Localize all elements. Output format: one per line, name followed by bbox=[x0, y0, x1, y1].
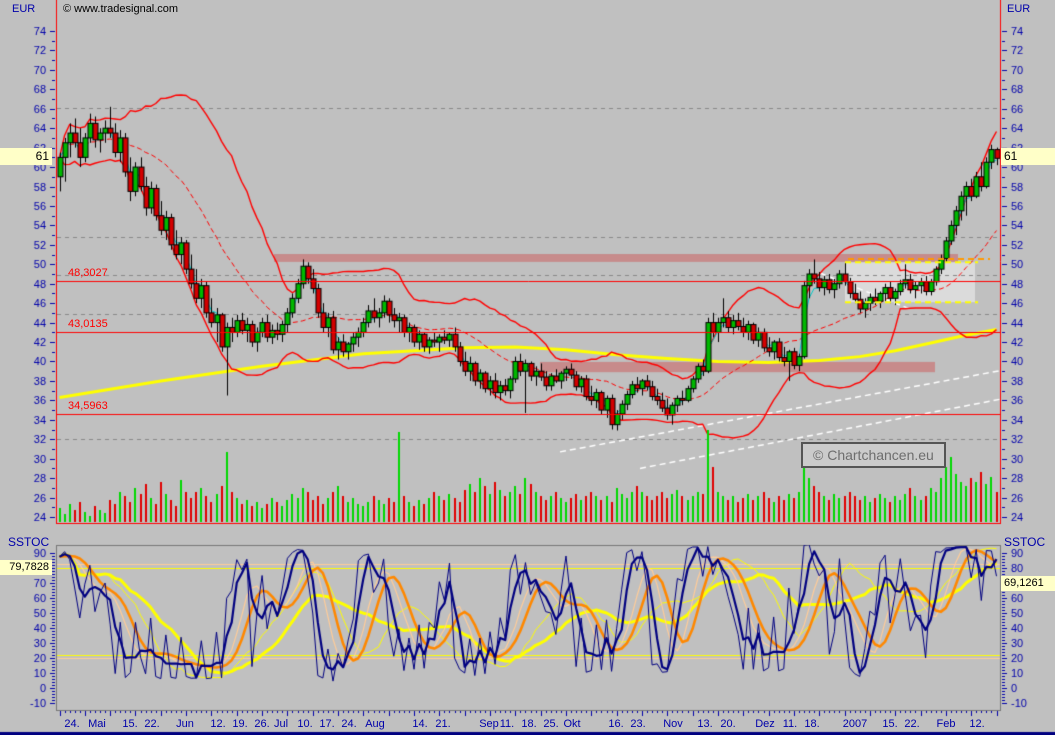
x-axis-label: 15. bbox=[122, 718, 137, 730]
price-level-label-34: 34,5963 bbox=[68, 400, 108, 413]
x-axis-label: 20. bbox=[720, 718, 735, 730]
x-axis-label: 23. bbox=[630, 718, 645, 730]
x-axis-label: 16. bbox=[608, 718, 623, 730]
x-axis-label: 24. bbox=[64, 718, 79, 730]
watermark-chartchancen: © Chartchancen.eu bbox=[801, 442, 946, 468]
x-axis-label: 11. bbox=[783, 718, 797, 730]
indicator-title-left: SSTOC bbox=[8, 536, 49, 549]
x-axis-label: 11. bbox=[500, 718, 514, 730]
x-axis-label: Feb bbox=[937, 718, 956, 730]
x-axis-label: 25. bbox=[543, 718, 558, 730]
x-axis-label: 26. bbox=[254, 718, 269, 730]
x-axis-label: 21. bbox=[435, 718, 450, 730]
x-axis-label: Okt bbox=[563, 718, 580, 730]
indicator-title-right: SSTOC bbox=[1004, 536, 1045, 549]
x-axis-label: 15. bbox=[882, 718, 897, 730]
x-axis-label: 24. bbox=[341, 718, 356, 730]
x-axis-label: 18. bbox=[804, 718, 819, 730]
price-chart-canvas[interactable] bbox=[0, 0, 1055, 735]
stochastic-value-tag-right: 69,1261 bbox=[1001, 576, 1055, 591]
x-axis-label: 12. bbox=[210, 718, 225, 730]
x-axis-label: Dez bbox=[755, 718, 775, 730]
x-axis-label: 2007 bbox=[843, 718, 867, 730]
x-axis-label: 18. bbox=[521, 718, 536, 730]
x-axis-label: 10. bbox=[297, 718, 312, 730]
price-level-label-48: 48,3027 bbox=[68, 267, 108, 280]
price-axis-unit-right: EUR bbox=[1007, 3, 1030, 16]
x-axis-label: Sep bbox=[479, 718, 499, 730]
x-axis-label: 19. bbox=[232, 718, 247, 730]
x-axis-label: 12. bbox=[969, 718, 984, 730]
x-axis-label: 13. bbox=[697, 718, 712, 730]
x-axis-label: 17. bbox=[319, 718, 334, 730]
x-axis-label: Mai bbox=[88, 718, 106, 730]
x-axis-label: Aug bbox=[365, 718, 385, 730]
current-price-tag-left: 61 bbox=[0, 148, 52, 165]
x-axis-label: 22. bbox=[144, 718, 159, 730]
x-axis-label: Jun bbox=[176, 718, 194, 730]
copyright-tradesignal: © www.tradesignal.com bbox=[63, 3, 178, 16]
chart-window: EUR © www.tradesignal.com EUR 48,3027 43… bbox=[0, 0, 1055, 735]
stochastic-value-tag-left: 79,7828 bbox=[0, 560, 52, 575]
x-axis-label: 22. bbox=[904, 718, 919, 730]
price-axis-unit-left: EUR bbox=[12, 3, 35, 16]
current-price-tag-right: 61 bbox=[1001, 148, 1055, 165]
x-axis-label: Jul bbox=[274, 718, 288, 730]
price-level-label-43: 43,0135 bbox=[68, 318, 108, 331]
x-axis-label: Nov bbox=[663, 718, 683, 730]
x-axis-label: 14. bbox=[412, 718, 427, 730]
